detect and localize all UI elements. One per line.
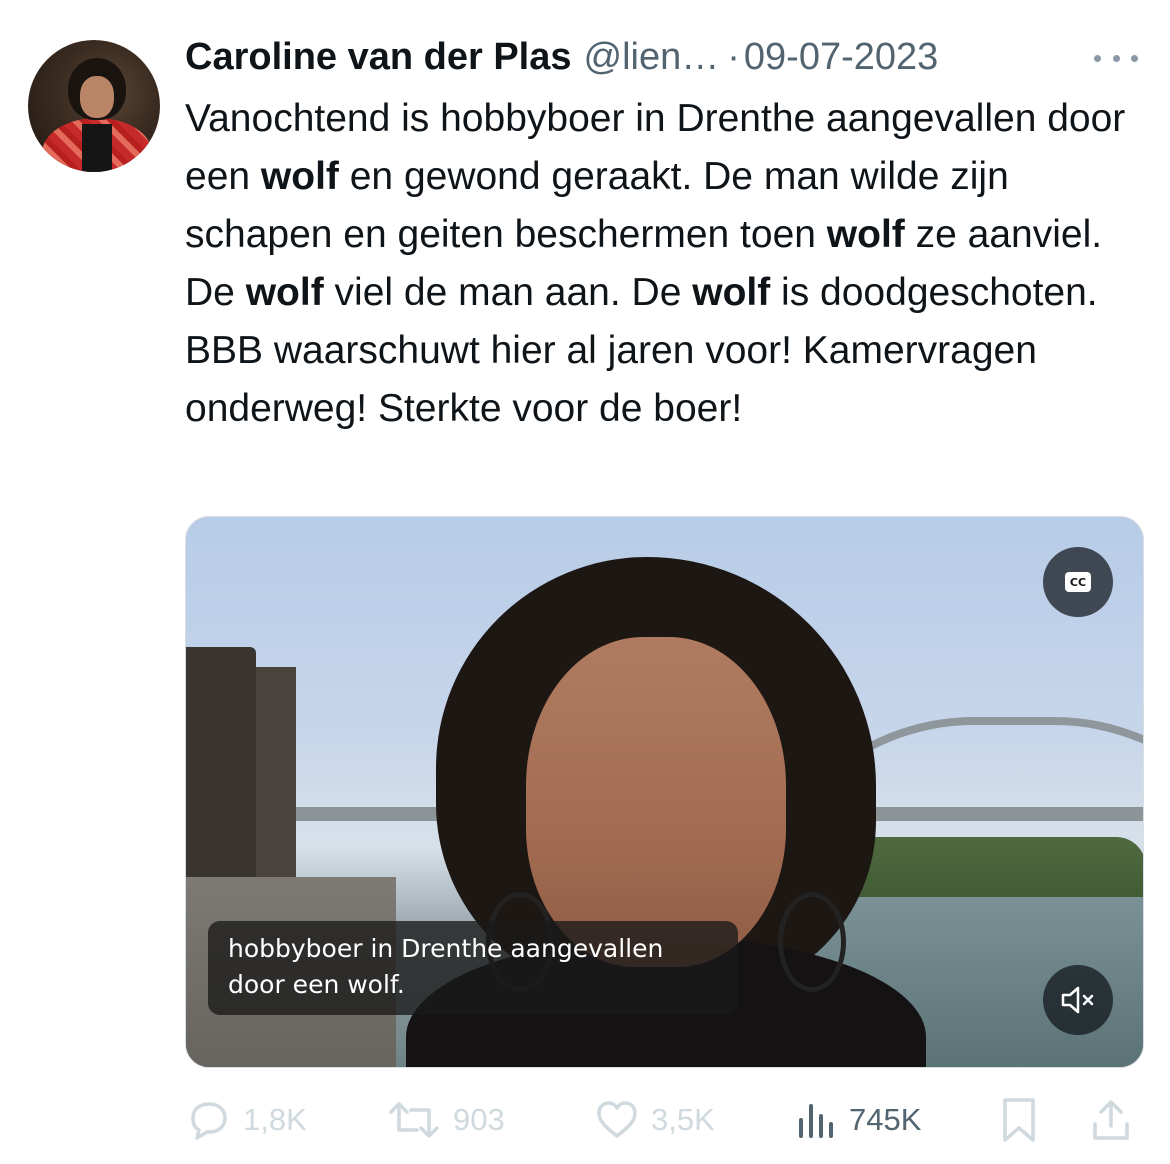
views-count: 745K [849,1102,922,1137]
speaker-muted-icon [1061,986,1094,1014]
views-button[interactable]: 745K [795,1090,921,1150]
tweet-text-segment: viel de man aan. De [323,271,693,314]
caption-line: door een wolf. [228,970,405,999]
video-building [186,647,256,907]
more-dot [1131,54,1138,62]
tweet-header: Caroline van der Plas @lien… · 09-07-202… [185,30,938,84]
reply-count: 1,8K [243,1102,307,1137]
tweet-text-keyword: wolf [260,155,339,198]
avatar-face [80,76,114,118]
repost-icon [389,1102,439,1138]
author-name[interactable]: Caroline van der Plas [185,36,572,79]
tweet-text-keyword: wolf [245,271,324,314]
bookmark-icon [1003,1098,1035,1142]
mute-icon[interactable] [1043,965,1113,1035]
author-handle[interactable]: @lien… [584,36,720,79]
more-icon[interactable] [1094,46,1138,70]
video-caption: hobbyboer in Drenthe aangevallen door ee… [208,921,738,1015]
like-button[interactable]: 3,5K [593,1090,715,1150]
repost-button[interactable]: 903 [385,1090,505,1150]
like-count: 3,5K [651,1102,715,1137]
more-dot [1094,54,1101,62]
like-icon [597,1101,637,1138]
views-icon [799,1104,833,1138]
share-icon [1093,1100,1129,1140]
avatar-shirt [82,124,112,172]
tweet-video[interactable]: CC hobbyboer in Drenthe aangevallen door… [185,516,1144,1068]
reply-icon [191,1102,227,1140]
tweet-date[interactable]: 09-07-2023 [744,36,938,79]
cc-label: CC [1065,572,1091,592]
caption-line: hobbyboer in Drenthe aangevallen [228,934,664,963]
share-button[interactable] [1089,1090,1133,1150]
reply-button[interactable]: 1,8K [185,1090,307,1150]
repost-count: 903 [453,1102,505,1137]
bookmark-button[interactable] [997,1090,1041,1150]
tweet-text-keyword: wolf [826,213,905,256]
more-dot [1112,54,1120,62]
cc-icon[interactable]: CC [1043,547,1113,617]
separator-dot: · [727,35,740,78]
video-building [256,667,296,887]
speaker-earring [778,892,846,992]
tweet-actions: 1,8K 903 3,5K 745K [185,1090,1145,1150]
speaker-face [526,637,786,967]
author-avatar[interactable] [28,40,160,172]
tweet-text: Vanochtend is hobbyboer in Drenthe aange… [185,90,1145,438]
tweet-text-keyword: wolf [692,271,771,314]
